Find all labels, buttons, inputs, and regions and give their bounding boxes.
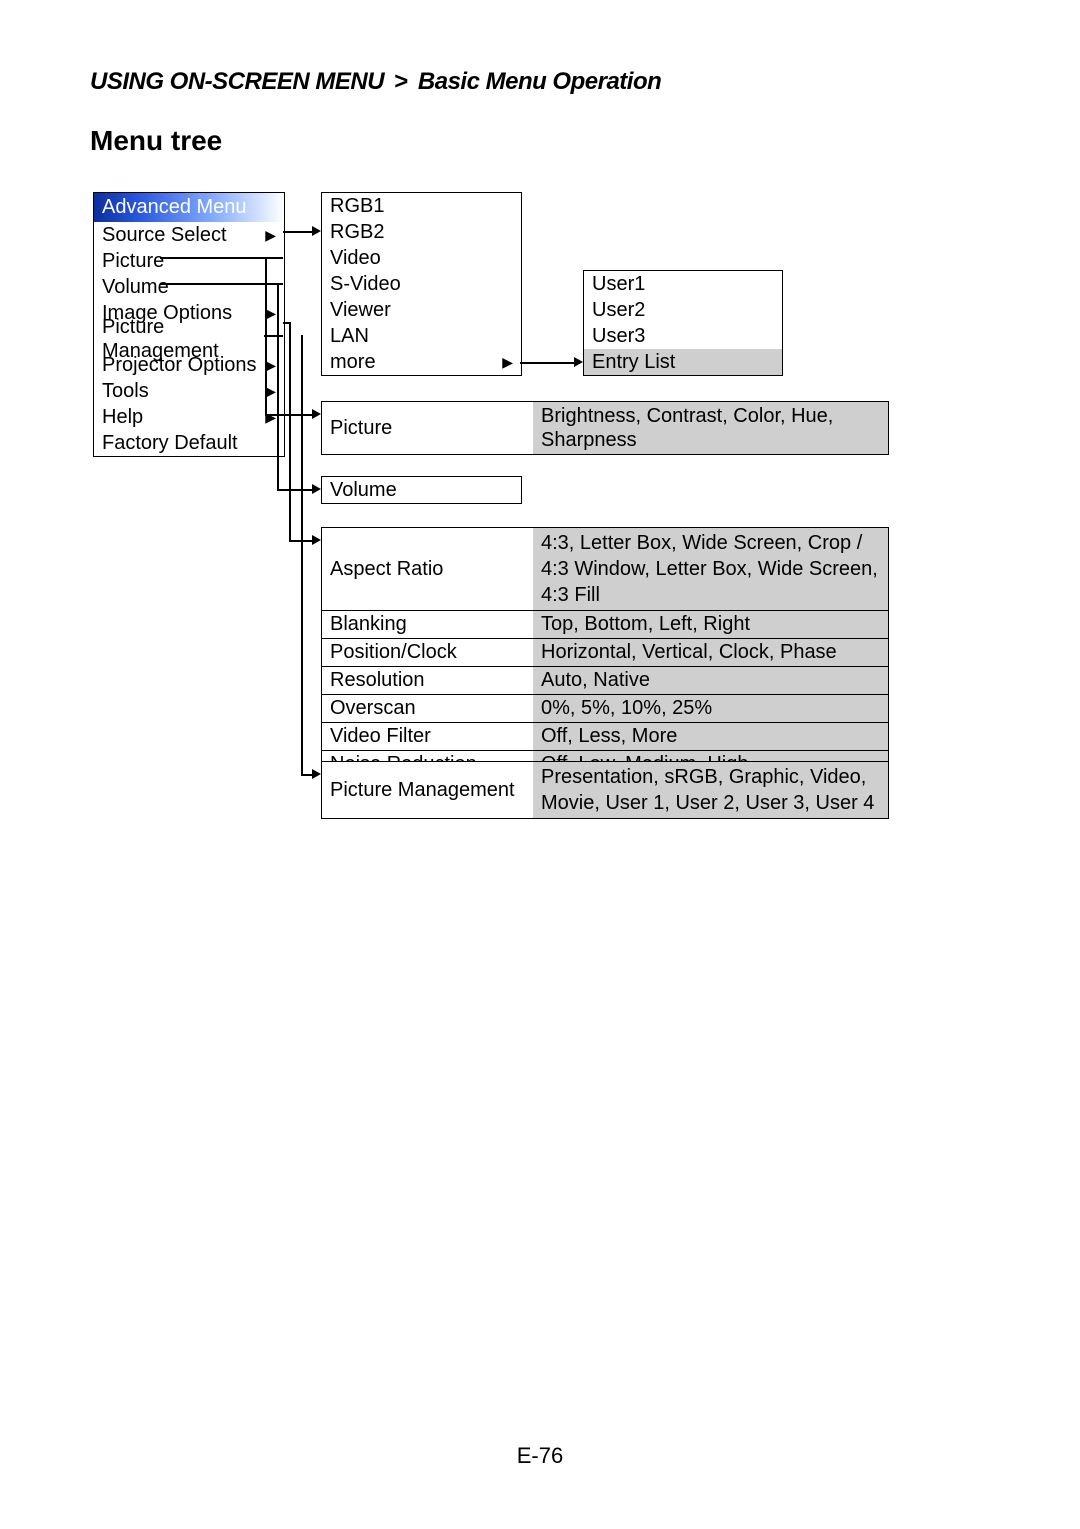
more-item-entry-list[interactable]: Entry List: [584, 349, 782, 375]
menu-item-label: Factory Default: [102, 431, 238, 455]
option-values: 0%, 5%, 10%, 25%: [533, 695, 888, 722]
picture-mgmt-label: Picture Management: [322, 762, 533, 818]
connector-line: [301, 335, 303, 775]
picture-mgmt-box: Picture Management Presentation, sRGB, G…: [321, 761, 889, 819]
more-item-user2[interactable]: User2: [584, 297, 782, 323]
list-item-label: S-Video: [330, 272, 401, 296]
source-item-rgb2[interactable]: RGB2: [322, 219, 521, 245]
picture-box: Picture Brightness, Contrast, Color, Hue…: [321, 401, 889, 455]
breadcrumb-page: Basic Menu Operation: [418, 68, 661, 95]
page-title: Menu tree: [90, 125, 222, 157]
source-item-svideo[interactable]: S-Video: [322, 271, 521, 297]
source-item-rgb1[interactable]: RGB1: [322, 193, 521, 219]
list-item-label: User1: [592, 272, 645, 296]
connector-line: [520, 362, 580, 364]
arrowhead-icon: [574, 357, 583, 367]
source-select-box: RGB1 RGB2 Video S-Video Viewer LAN more ▶: [321, 192, 522, 376]
list-item-label: User3: [592, 324, 645, 348]
volume-box: Volume: [321, 476, 522, 504]
submenu-arrow-icon: ▶: [265, 353, 276, 377]
list-item-label: RGB2: [330, 220, 384, 244]
option-label: Overscan: [322, 695, 533, 722]
arrowhead-icon: [312, 535, 321, 545]
list-item-label: User2: [592, 298, 645, 322]
list-item-label: LAN: [330, 324, 369, 348]
advanced-menu-header: Advanced Menu: [94, 193, 284, 222]
option-values: 4:3, Letter Box, Wide Screen, Crop / 4:3…: [533, 528, 888, 610]
connector-line: [265, 257, 267, 415]
option-values: Horizontal, Vertical, Clock, Phase: [533, 639, 888, 666]
option-label: Resolution: [322, 667, 533, 694]
source-item-more[interactable]: more ▶: [322, 349, 521, 375]
menu-item-label: Help: [102, 405, 143, 429]
menu-item-label: Source Select: [102, 223, 227, 247]
menu-item-tools[interactable]: Tools ▶: [94, 378, 284, 404]
source-item-video[interactable]: Video: [322, 245, 521, 271]
menu-item-picture-management[interactable]: Picture Management: [94, 326, 284, 352]
more-item-user3[interactable]: User3: [584, 323, 782, 349]
volume-label-row: Volume: [322, 477, 521, 503]
breadcrumb-sep: >: [390, 68, 412, 95]
more-item-user1[interactable]: User1: [584, 271, 782, 297]
connector-line: [289, 322, 291, 541]
picture-mgmt-values: Presentation, sRGB, Graphic, Video, Movi…: [533, 762, 888, 818]
page-number: E-76: [0, 1443, 1080, 1469]
submenu-arrow-icon: ▶: [265, 379, 276, 403]
arrowhead-icon: [312, 484, 321, 494]
document-page: USING ON-SCREEN MENU > Basic Menu Operat…: [0, 0, 1080, 1529]
menu-item-source-select[interactable]: Source Select ▶: [94, 222, 284, 248]
option-values: Auto, Native: [533, 667, 888, 694]
menu-item-projector-options[interactable]: Projector Options ▶: [94, 352, 284, 378]
arrowhead-icon: [312, 226, 321, 236]
connector-line: [283, 322, 290, 324]
menu-item-label: Volume: [102, 275, 169, 299]
option-values: Off, Less, More: [533, 723, 888, 750]
submenu-arrow-icon: ▶: [265, 405, 276, 429]
menu-item-help[interactable]: Help ▶: [94, 404, 284, 430]
list-item-label: Viewer: [330, 298, 391, 322]
breadcrumb-section: USING ON-SCREEN MENU: [90, 68, 384, 95]
source-item-lan[interactable]: LAN: [322, 323, 521, 349]
list-item-label: Video: [330, 246, 381, 270]
option-label: Position/Clock: [322, 639, 533, 666]
breadcrumb: USING ON-SCREEN MENU > Basic Menu Operat…: [90, 68, 661, 96]
menu-item-volume[interactable]: Volume: [94, 274, 284, 300]
menu-item-label: Picture: [102, 249, 164, 273]
connector-line: [265, 414, 315, 416]
menu-item-label: Projector Options: [102, 353, 257, 377]
menu-item-factory-default[interactable]: Factory Default: [94, 430, 284, 456]
picture-values: Brightness, Contrast, Color, Hue, Sharpn…: [533, 402, 888, 454]
option-values: Top, Bottom, Left, Right: [533, 611, 888, 638]
picture-label: Picture: [322, 402, 533, 454]
volume-label: Volume: [330, 478, 397, 502]
option-label: Video Filter: [322, 723, 533, 750]
list-item-label: Entry List: [592, 350, 675, 374]
list-item-label: more: [330, 350, 376, 374]
connector-line: [277, 489, 315, 491]
source-item-viewer[interactable]: Viewer: [322, 297, 521, 323]
menu-item-picture[interactable]: Picture: [94, 248, 284, 274]
submenu-arrow-icon: ▶: [502, 350, 513, 374]
submenu-arrow-icon: ▶: [265, 223, 276, 247]
option-label: Aspect Ratio: [322, 528, 533, 610]
image-options-box: Aspect Ratio 4:3, Letter Box, Wide Scree…: [321, 527, 889, 779]
more-sources-box: User1 User2 User3 Entry List: [583, 270, 783, 376]
connector-line: [264, 335, 283, 337]
menu-item-label: Tools: [102, 379, 149, 403]
advanced-menu-box: Advanced Menu Source Select ▶ Picture Vol…: [93, 192, 285, 457]
arrowhead-icon: [312, 409, 321, 419]
connector-line: [277, 283, 279, 490]
arrowhead-icon: [312, 769, 321, 779]
list-item-label: RGB1: [330, 194, 384, 218]
option-label: Blanking: [322, 611, 533, 638]
